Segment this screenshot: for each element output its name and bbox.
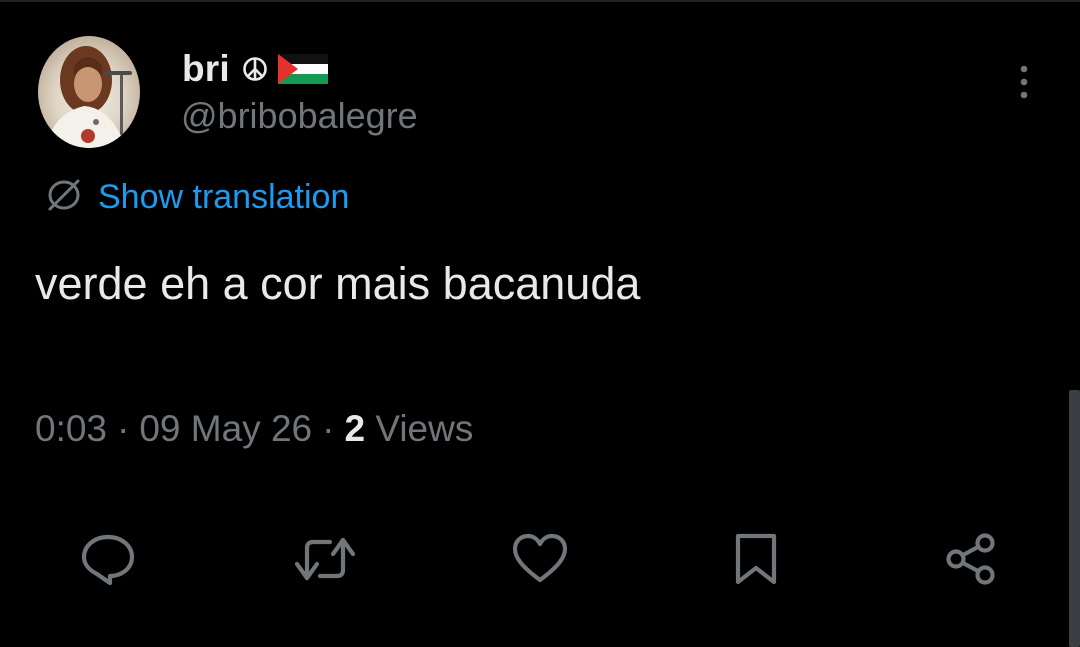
- tweet-time[interactable]: 0:03: [35, 408, 107, 450]
- peace-symbol-icon: [242, 56, 268, 82]
- meta-separator: ·: [117, 408, 130, 449]
- share-icon: [946, 533, 995, 585]
- tweet-text: verde eh a cor mais bacanuda: [35, 258, 641, 309]
- retweet-icon: [294, 537, 356, 581]
- more-vertical-icon: [1020, 65, 1028, 99]
- action-bar: [0, 528, 1080, 590]
- tweet-meta: 0:03 · 09 May 26 · 2 Views: [35, 408, 473, 450]
- display-name-row[interactable]: bri: [182, 44, 328, 94]
- retweet-button[interactable]: [294, 528, 356, 590]
- like-icon: [512, 533, 568, 583]
- show-translation-link[interactable]: Show translation: [44, 174, 349, 220]
- more-options-button[interactable]: [1006, 60, 1042, 104]
- user-handle[interactable]: @bribobalegre: [181, 95, 418, 137]
- views-label: Views: [375, 408, 474, 449]
- show-translation-label[interactable]: Show translation: [98, 178, 349, 217]
- scrollbar[interactable]: [1069, 390, 1080, 647]
- reply-button[interactable]: [77, 528, 139, 590]
- bookmark-icon: [735, 533, 777, 585]
- bookmark-button[interactable]: [725, 528, 787, 590]
- like-button[interactable]: [509, 528, 571, 590]
- meta-separator: ·: [322, 408, 335, 449]
- share-button[interactable]: [940, 528, 1002, 590]
- top-divider: [0, 0, 1080, 2]
- display-name[interactable]: bri: [182, 48, 230, 90]
- palestine-flag-icon: [277, 54, 328, 84]
- translate-icon: [44, 175, 84, 220]
- avatar[interactable]: [38, 36, 140, 148]
- views-count: 2: [344, 408, 366, 449]
- reply-icon: [81, 534, 135, 585]
- tweet-date[interactable]: 09 May 26: [139, 408, 312, 450]
- views[interactable]: 2 Views: [344, 408, 473, 450]
